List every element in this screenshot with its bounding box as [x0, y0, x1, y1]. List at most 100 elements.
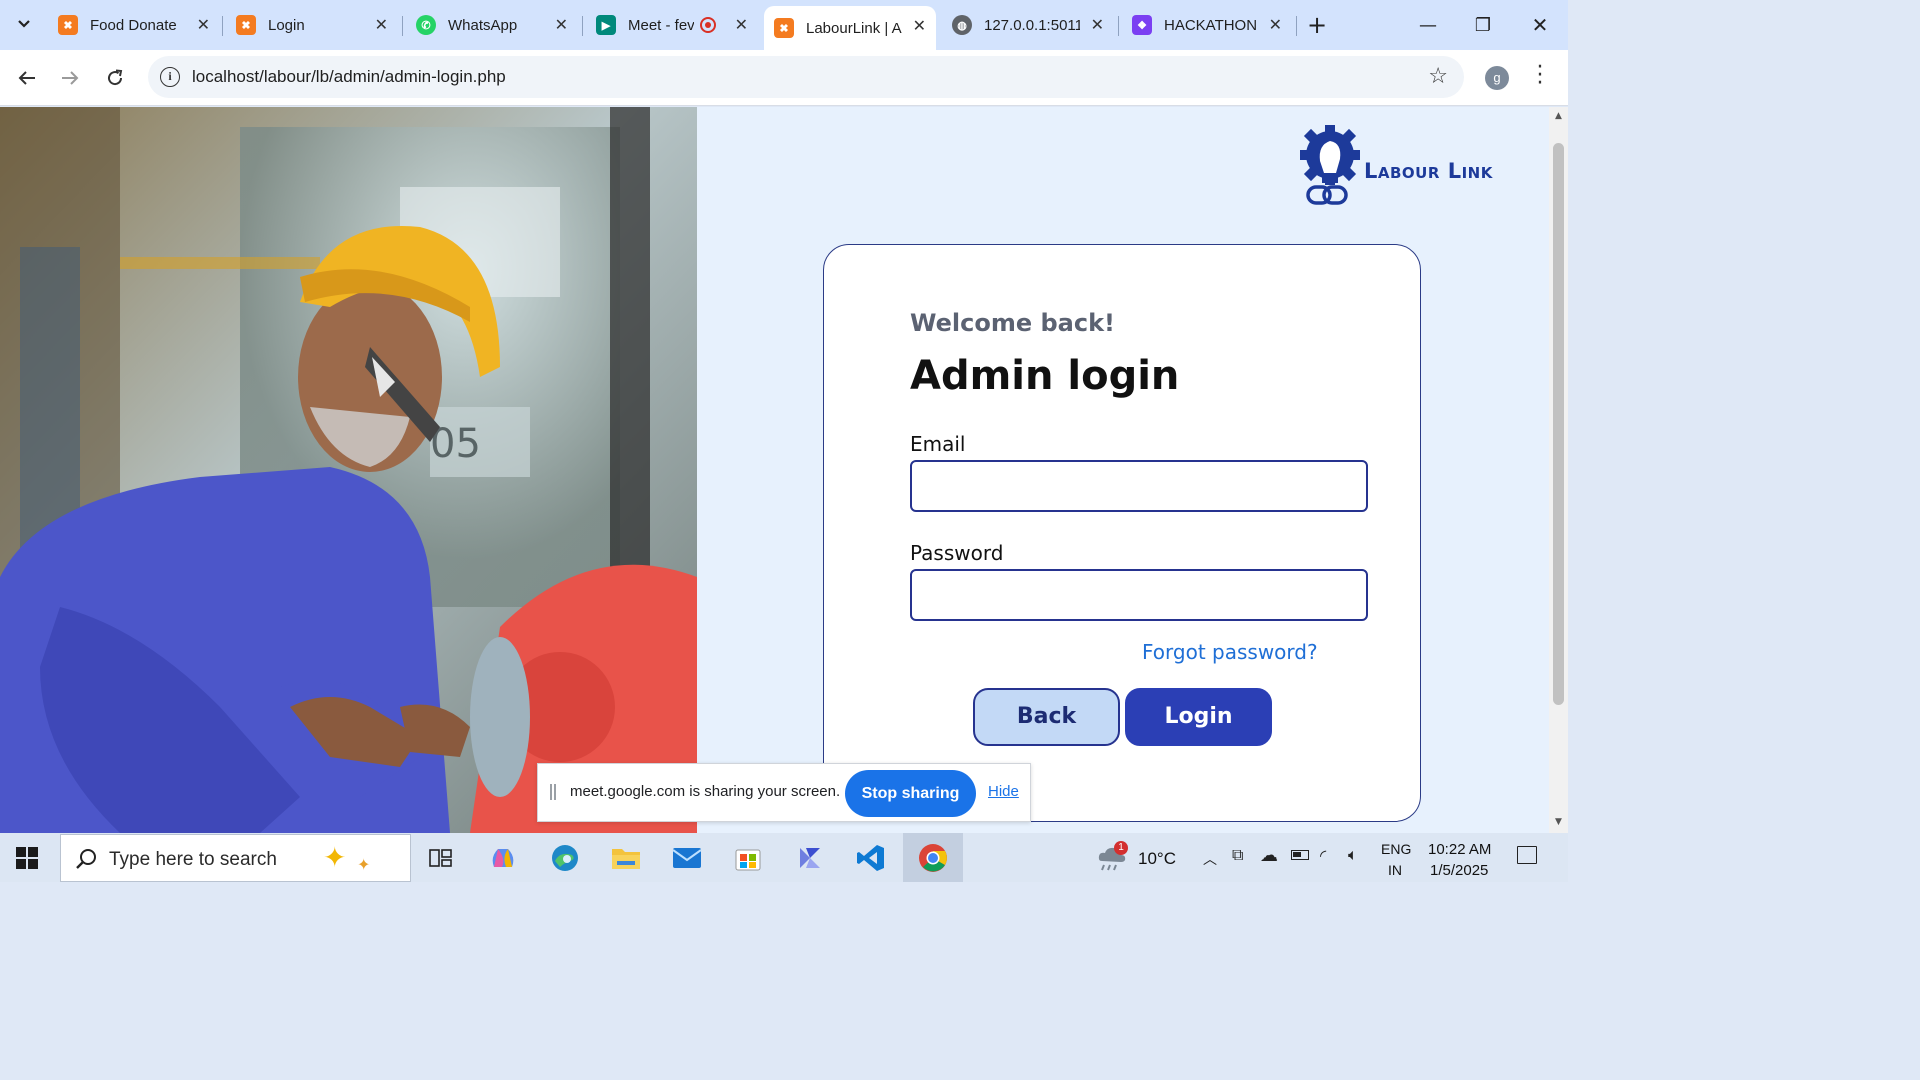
- minimize-button[interactable]: —: [1413, 10, 1443, 40]
- close-icon[interactable]: ✕: [375, 15, 388, 35]
- battery-icon[interactable]: [1291, 850, 1309, 860]
- tab-meet[interactable]: ▶ Meet - fev ✕: [588, 8, 758, 42]
- language-code: ENG: [1381, 841, 1412, 857]
- close-icon[interactable]: ✕: [197, 15, 210, 35]
- stop-sharing-button[interactable]: Stop sharing: [845, 770, 976, 817]
- clock-time: 10:22 AM: [1428, 841, 1492, 858]
- hide-banner-link[interactable]: Hide: [988, 783, 1019, 800]
- file-explorer-icon[interactable]: [609, 841, 643, 875]
- tab-search-button[interactable]: [8, 8, 40, 40]
- weather-temp: 10°C: [1138, 849, 1176, 868]
- tab-labourlink[interactable]: ✖ LabourLink | A ✕: [764, 6, 936, 50]
- xampp-icon: ✖: [58, 15, 78, 35]
- vscode-icon[interactable]: [854, 841, 888, 875]
- logo-text: Labour Link: [1364, 159, 1493, 183]
- chrome-icon[interactable]: [916, 841, 950, 875]
- tab-title: HACKATHON: [1164, 16, 1258, 34]
- chevron-down-icon: [18, 20, 30, 28]
- scroll-up-arrow[interactable]: ▲: [1553, 111, 1564, 123]
- bookmark-star-icon[interactable]: ☆: [1428, 64, 1448, 89]
- recording-icon: [700, 17, 716, 33]
- edge-icon[interactable]: [548, 841, 582, 875]
- tab-localhost-5011[interactable]: ◍ 127.0.0.1:5011 ✕: [944, 8, 1114, 42]
- weather-badge: 1: [1114, 841, 1128, 855]
- worker-photo: 05: [0, 107, 697, 833]
- notifications-icon[interactable]: [1517, 846, 1537, 864]
- close-icon[interactable]: ✕: [913, 16, 926, 36]
- tab-login[interactable]: ✖ Login ✕: [228, 8, 398, 42]
- meet-camera-icon[interactable]: ⧉: [1232, 845, 1243, 865]
- close-icon[interactable]: ✕: [555, 15, 568, 35]
- tab-hackathon[interactable]: ❖ HACKATHON ✕: [1124, 8, 1292, 42]
- microsoft-store-icon[interactable]: [731, 841, 765, 875]
- url-text[interactable]: localhost/labour/lb/admin/admin-login.ph…: [192, 67, 506, 87]
- power-automate-icon[interactable]: [793, 841, 827, 875]
- scroll-thumb[interactable]: [1553, 143, 1564, 705]
- clock[interactable]: 10:22 AM 1/5/2025: [1424, 837, 1500, 879]
- windows-start-icon[interactable]: [16, 847, 38, 869]
- tab-title: WhatsApp: [448, 16, 518, 34]
- tab-separator: [402, 16, 403, 36]
- tab-title: 127.0.0.1:5011: [984, 16, 1080, 34]
- page-title: Admin login: [910, 353, 1180, 399]
- tab-title: Meet - fev: [628, 16, 694, 34]
- login-button[interactable]: Login: [1125, 688, 1272, 746]
- back-button[interactable]: Back: [973, 688, 1120, 746]
- labour-link-logo: Labour Link: [1298, 123, 1518, 209]
- profile-avatar[interactable]: g: [1485, 66, 1509, 90]
- tab-title: Food Donate: [90, 16, 177, 34]
- close-window-button[interactable]: ✕: [1525, 10, 1555, 40]
- welcome-text: Welcome back!: [910, 309, 1115, 337]
- more-menu-icon[interactable]: · · ·: [1530, 57, 1550, 95]
- reload-button[interactable]: [99, 62, 131, 94]
- close-icon[interactable]: ✕: [1269, 15, 1282, 35]
- whatsapp-icon: ✆: [416, 15, 436, 35]
- close-icon[interactable]: ✕: [735, 15, 748, 35]
- forward-nav-button[interactable]: [54, 62, 86, 94]
- back-nav-button[interactable]: [11, 62, 43, 94]
- tab-food-donate[interactable]: ✖ Food Donate ✕: [50, 8, 220, 42]
- region-code: IN: [1388, 862, 1402, 878]
- site-info-icon[interactable]: i: [160, 67, 180, 87]
- tab-title: LabourLink | A: [806, 19, 902, 37]
- page-viewport: 05 Labour Link Welcome back! Admin login…: [0, 107, 1549, 833]
- arrow-right-icon: [62, 71, 79, 85]
- browser-toolbar: i localhost/labour/lb/admin/admin-login.…: [0, 50, 1568, 106]
- sparkle-small-icon: ✦: [357, 855, 371, 874]
- weather-widget[interactable]: 1 10°C: [1096, 839, 1178, 877]
- windows-taskbar: Type here to search ✦ ✦ 1 10°C ︿ ⧉ ☁ ◜ 🔈…: [0, 833, 1568, 882]
- close-icon[interactable]: ✕: [1091, 15, 1104, 35]
- tab-separator: [1296, 16, 1297, 36]
- task-view-icon[interactable]: [424, 841, 458, 875]
- scroll-down-arrow[interactable]: ▼: [1553, 817, 1564, 829]
- email-label: Email: [910, 432, 966, 456]
- xampp-icon: ✖: [236, 15, 256, 35]
- screen-share-banner: meet.google.com is sharing your screen. …: [537, 763, 1031, 822]
- taskbar-search-box[interactable]: Type here to search ✦ ✦: [60, 834, 411, 882]
- onedrive-cloud-icon[interactable]: ☁: [1260, 845, 1278, 866]
- drag-handle-icon[interactable]: [550, 784, 556, 800]
- tab-whatsapp[interactable]: ✆ WhatsApp ✕: [408, 8, 578, 42]
- email-field[interactable]: [910, 460, 1368, 512]
- language-indicator[interactable]: ENG IN: [1378, 837, 1414, 879]
- meet-icon: ▶: [596, 15, 616, 35]
- tab-separator: [222, 16, 223, 36]
- devfolio-icon: ❖: [1132, 15, 1152, 35]
- forgot-password-link[interactable]: Forgot password?: [1142, 640, 1318, 664]
- gear-fist-icon: [1300, 125, 1360, 205]
- address-bar[interactable]: i localhost/labour/lb/admin/admin-login.…: [148, 56, 1464, 98]
- copilot-icon[interactable]: [486, 841, 520, 875]
- tab-title: Login: [268, 16, 305, 34]
- login-card: Welcome back! Admin login Email Password…: [823, 244, 1421, 822]
- restore-button[interactable]: ❐: [1468, 10, 1498, 40]
- wifi-icon[interactable]: ◜: [1320, 846, 1326, 865]
- volume-icon[interactable]: 🔈︎: [1348, 845, 1358, 865]
- arrow-left-icon: [18, 71, 35, 85]
- mail-icon[interactable]: [670, 841, 704, 875]
- password-label: Password: [910, 541, 1004, 565]
- password-field[interactable]: [910, 569, 1368, 621]
- search-icon: [76, 849, 96, 869]
- page-scrollbar[interactable]: ▲ ▼: [1549, 107, 1568, 833]
- show-hidden-icons-chevron-icon[interactable]: ︿: [1203, 849, 1217, 869]
- new-tab-button[interactable]: +: [1302, 10, 1332, 40]
